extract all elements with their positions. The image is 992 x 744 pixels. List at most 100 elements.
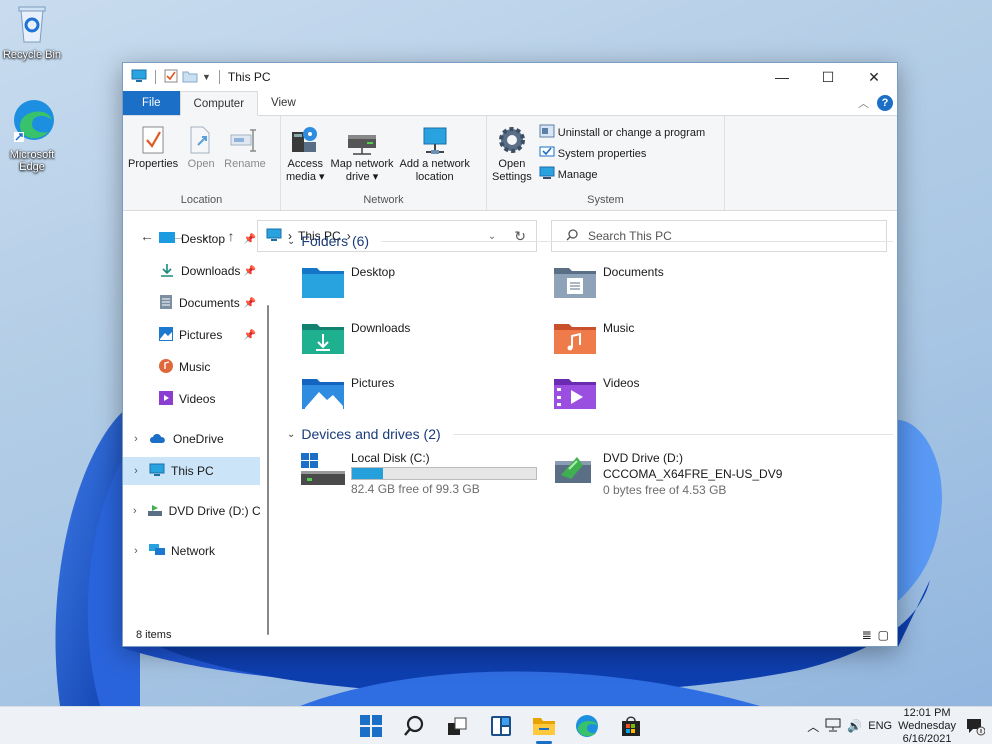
nav-item-downloads[interactable]: Downloads 📌 bbox=[123, 257, 260, 285]
content-area: Desktop 📌 Downloads 📌 Documents 📌 Pictur… bbox=[123, 217, 897, 635]
drive-volume-label: CCCOMA_X64FRE_EN-US_DV9 bbox=[603, 467, 783, 481]
clock[interactable]: 12:01 PM Wednesday 6/16/2021 bbox=[898, 707, 956, 744]
add-network-location-icon bbox=[418, 122, 452, 158]
help-icon[interactable]: ? bbox=[877, 95, 893, 111]
volume-icon[interactable]: 🔊 bbox=[847, 719, 862, 733]
nav-item-label: Videos bbox=[179, 392, 216, 406]
taskbar-search-button[interactable] bbox=[401, 714, 427, 740]
group-label-location: Location bbox=[180, 194, 223, 206]
folder-tile-videos[interactable]: Videos bbox=[553, 376, 639, 413]
nav-item-dvd-drive[interactable]: › DVD Drive (D:) CC bbox=[123, 497, 260, 525]
this-pc-icon bbox=[131, 69, 147, 86]
network-status-icon[interactable] bbox=[825, 718, 841, 735]
clock-time: 12:01 PM bbox=[903, 706, 951, 719]
task-view-button[interactable] bbox=[444, 714, 470, 740]
folder-tile-pictures[interactable]: Pictures bbox=[301, 376, 394, 413]
system-tray: ︿ 🔊 ENG 12:01 PM Wednesday 6/16/2021 bbox=[807, 707, 956, 744]
collapse-chevron-icon[interactable]: ⌄ bbox=[287, 429, 295, 440]
drive-tile-c[interactable]: Local Disk (C:) 82.4 GB free of 99.3 GB bbox=[301, 451, 537, 496]
folder-tile-downloads[interactable]: Downloads bbox=[301, 321, 410, 358]
group-label-network: Network bbox=[363, 194, 404, 206]
pin-icon[interactable]: 📌 bbox=[244, 234, 256, 245]
drive-usage-bar bbox=[351, 467, 537, 480]
edge-taskbar-button[interactable] bbox=[574, 714, 600, 740]
dvd-drive-icon bbox=[553, 451, 597, 490]
pin-icon[interactable]: 📌 bbox=[244, 298, 256, 309]
tab-view[interactable]: View bbox=[258, 91, 309, 115]
collapse-ribbon-icon[interactable]: ︿ bbox=[858, 95, 869, 111]
expand-chevron-icon[interactable]: › bbox=[123, 545, 149, 557]
document-icon bbox=[159, 294, 173, 312]
expand-chevron-icon[interactable]: › bbox=[123, 505, 147, 517]
drives-section-header[interactable]: ⌄ Devices and drives (2) bbox=[287, 426, 893, 442]
pin-icon[interactable]: 📌 bbox=[244, 330, 256, 341]
title-bar: ▼ This PC — ☐ ✕ bbox=[123, 63, 897, 91]
nav-item-music[interactable]: Music bbox=[123, 353, 260, 381]
edge-icon bbox=[0, 96, 64, 147]
tab-computer[interactable]: Computer bbox=[179, 91, 259, 116]
desktop-folder-icon bbox=[159, 231, 175, 247]
drive-name: Local Disk (C:) bbox=[351, 451, 430, 465]
new-folder-quick-icon[interactable] bbox=[182, 69, 198, 86]
gear-icon bbox=[495, 122, 529, 158]
nav-item-onedrive[interactable]: › OneDrive bbox=[123, 425, 260, 453]
access-media-icon bbox=[288, 122, 322, 158]
folder-tile-desktop[interactable]: Desktop bbox=[301, 265, 395, 302]
language-indicator[interactable]: ENG bbox=[868, 720, 892, 732]
folder-tile-music[interactable]: Music bbox=[553, 321, 634, 358]
nav-item-pictures[interactable]: Pictures 📌 bbox=[123, 321, 260, 349]
tab-file[interactable]: File bbox=[123, 91, 180, 115]
rename-label: Rename bbox=[224, 158, 266, 170]
details-view-icon[interactable]: ≣ bbox=[862, 628, 872, 642]
nav-item-label: This PC bbox=[171, 464, 214, 478]
folder-label: Videos bbox=[603, 376, 640, 390]
large-icons-view-icon[interactable]: ▢ bbox=[878, 628, 889, 642]
folders-section-header[interactable]: ⌄ Folders (6) bbox=[287, 233, 893, 249]
system-properties-label: System properties bbox=[557, 147, 647, 160]
section-divider bbox=[452, 433, 893, 435]
navigation-pane: Desktop 📌 Downloads 📌 Documents 📌 Pictur… bbox=[123, 217, 269, 635]
folder-tile-documents[interactable]: Documents bbox=[553, 265, 664, 302]
file-explorer-taskbar-button[interactable] bbox=[531, 714, 557, 740]
store-icon bbox=[620, 715, 642, 740]
desktop-icon-edge[interactable]: Microsoft Edge bbox=[0, 96, 64, 173]
maximize-button[interactable]: ☐ bbox=[805, 63, 851, 91]
minimize-button[interactable]: — bbox=[759, 63, 805, 91]
item-count: 8 items bbox=[136, 629, 172, 641]
show-hidden-icons-chevron-icon[interactable]: ︿ bbox=[807, 718, 819, 735]
expand-chevron-icon[interactable]: › bbox=[123, 433, 149, 445]
collapse-chevron-icon[interactable]: ⌄ bbox=[287, 236, 295, 247]
map-drive-label-2: drive ▾ bbox=[345, 171, 379, 183]
nav-item-network[interactable]: › Network bbox=[123, 537, 260, 565]
desktop-icon-recycle-bin[interactable]: Recycle Bin bbox=[0, 4, 64, 61]
ribbon-group-location: Properties Open Rename Location bbox=[123, 116, 281, 210]
section-divider bbox=[381, 240, 893, 242]
properties-quick-icon[interactable] bbox=[164, 69, 178, 86]
drives-section-title: Devices and drives (2) bbox=[301, 426, 441, 442]
nav-pane-scrollbar[interactable] bbox=[267, 305, 269, 635]
taskbar: ︿ 🔊 ENG 12:01 PM Wednesday 6/16/2021 bbox=[0, 706, 992, 744]
system-properties-button[interactable]: System properties bbox=[539, 145, 705, 162]
nav-item-desktop[interactable]: Desktop 📌 bbox=[123, 225, 260, 253]
expand-chevron-icon[interactable]: › bbox=[123, 465, 149, 477]
customize-toolbar-chevron-icon[interactable]: ▼ bbox=[202, 72, 211, 82]
nav-item-videos[interactable]: Videos bbox=[123, 385, 260, 413]
start-button[interactable] bbox=[358, 714, 384, 740]
nav-item-label: Desktop bbox=[181, 232, 226, 246]
nav-item-label: Pictures bbox=[179, 328, 223, 342]
store-taskbar-button[interactable] bbox=[618, 714, 644, 740]
nav-item-documents[interactable]: Documents 📌 bbox=[123, 289, 260, 317]
uninstall-program-button[interactable]: Uninstall or change a program bbox=[539, 124, 705, 141]
close-button[interactable]: ✕ bbox=[851, 63, 897, 91]
system-properties-icon bbox=[539, 145, 555, 162]
manage-button[interactable]: Manage bbox=[539, 166, 705, 183]
pin-icon[interactable]: 📌 bbox=[244, 266, 256, 277]
widgets-icon bbox=[490, 715, 512, 740]
notifications-button[interactable] bbox=[962, 714, 988, 740]
nav-item-this-pc[interactable]: › This PC bbox=[123, 457, 260, 485]
drive-tile-d[interactable]: DVD Drive (D:) CCCOMA_X64FRE_EN-US_DV9 0… bbox=[553, 451, 782, 497]
folders-section-title: Folders (6) bbox=[301, 233, 370, 249]
widgets-button[interactable] bbox=[488, 714, 514, 740]
view-toggles: ≣ ▢ bbox=[862, 628, 889, 642]
folder-icon bbox=[532, 715, 556, 740]
